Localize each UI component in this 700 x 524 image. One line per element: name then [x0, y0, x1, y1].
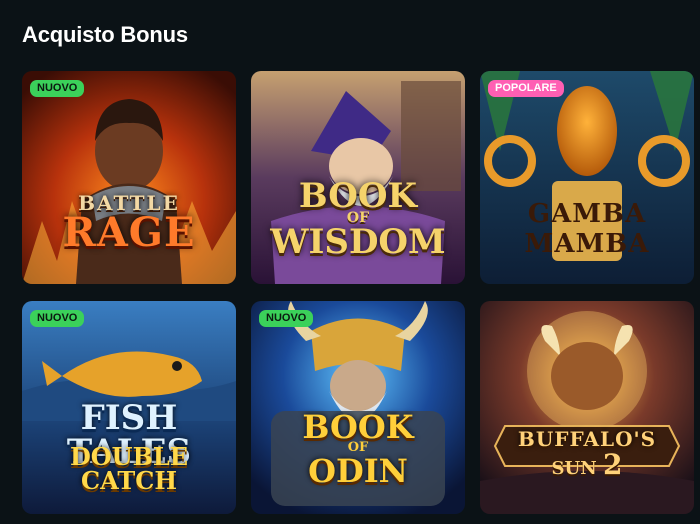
game-card-fish-tales[interactable]: FISH TALES DOUBLE CATCH NUOVO [22, 301, 236, 514]
badge-new: NUOVO [30, 310, 85, 327]
game-card-book-of-odin[interactable]: BOOK OF ODIN NUOVO [251, 301, 465, 514]
game-title-line2: MAMBA [524, 229, 650, 259]
badge-popular: POPOLARE [488, 80, 564, 97]
game-card-buffalos-sun-2[interactable]: BUFFALO'S SUN 2 [480, 301, 694, 514]
game-title-line1: BUFFALO'S [517, 427, 657, 451]
game-title-number: 2 [602, 448, 623, 481]
game-thumbnail [480, 301, 694, 514]
badge-new: NUOVO [30, 80, 85, 97]
game-grid: BATTLE RAGE NUOVO BOOK OF WISDOM GAMBA M… [22, 71, 694, 514]
game-title-line1: GAMBA [527, 199, 647, 229]
game-title-line2: DOUBLE CATCH [69, 442, 189, 495]
game-title-line1: BOOK [302, 408, 414, 446]
game-title-line2: RAGE [62, 209, 196, 256]
badge-new: NUOVO [259, 310, 314, 327]
game-title-line2: WISDOM [270, 222, 446, 262]
game-card-battle-rage[interactable]: BATTLE RAGE NUOVO [22, 71, 236, 284]
game-card-book-of-wisdom[interactable]: BOOK OF WISDOM [251, 71, 465, 284]
game-card-gamba-mamba[interactable]: GAMBA MAMBA POPOLARE [480, 71, 694, 284]
game-title-line1: BOOK [298, 176, 418, 216]
game-title-line2: ODIN [308, 452, 408, 490]
section-title: Acquisto Bonus [22, 22, 188, 47]
game-title-line2: SUN [551, 458, 597, 479]
